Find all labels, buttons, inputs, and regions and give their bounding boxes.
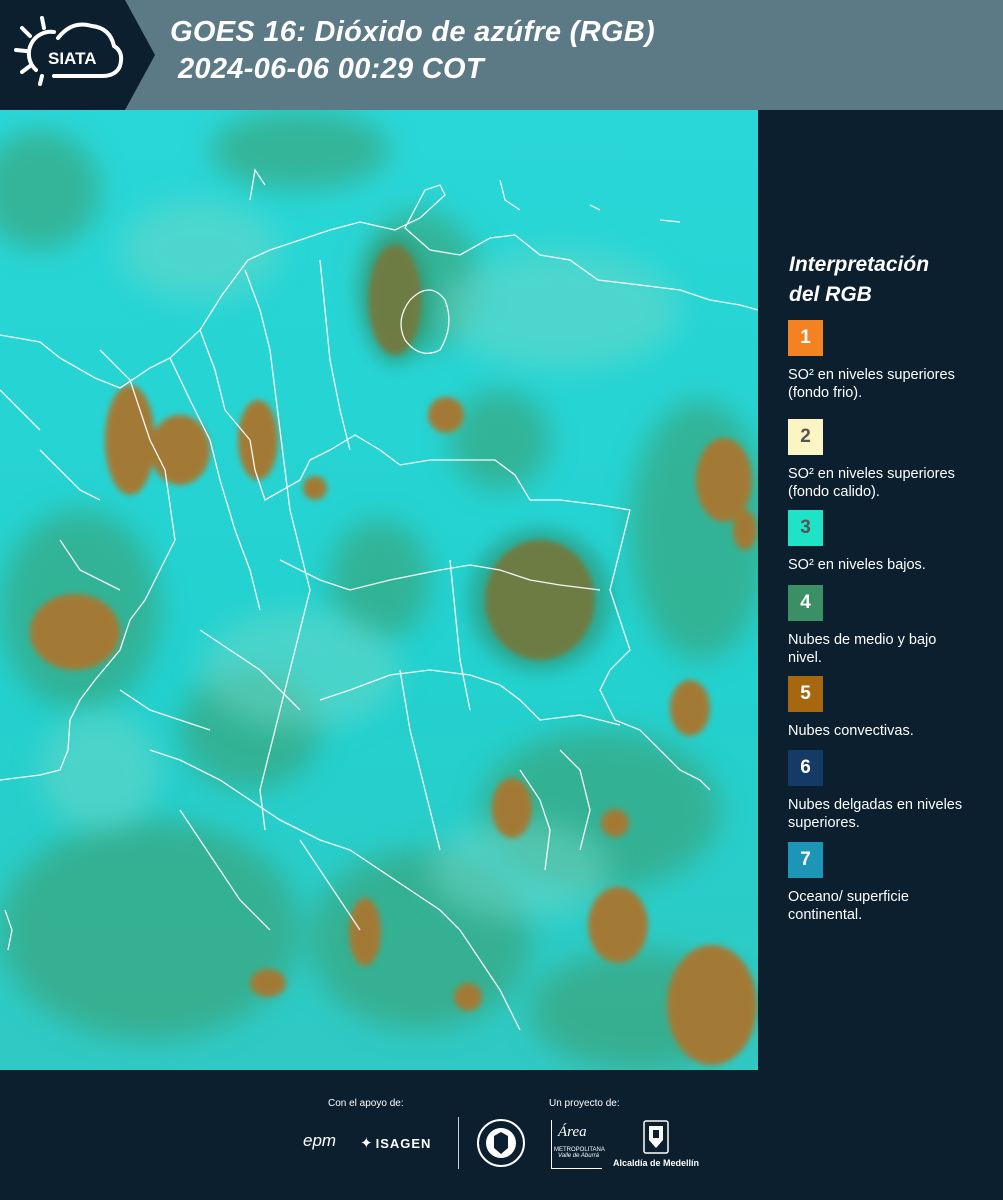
area-logo-sub2: Valle de Aburrá: [558, 1153, 599, 1159]
legend-panel: Interpretación del RGB 1 SO² en niveles s…: [760, 110, 1003, 1070]
footer-divider: [458, 1117, 459, 1169]
area-metropolitana-logo: Área METROPOLITANA Valle de Aburrá: [551, 1120, 605, 1169]
legend-swatch-4: 4: [788, 585, 823, 621]
isagen-logo: ✦ ISAGEN: [360, 1134, 431, 1152]
legend-title: Interpretación del RGB: [789, 253, 930, 306]
satellite-map: [0, 110, 758, 1070]
header-bar: SIATA GOES 16: Dióxido de azúfre (RGB) 2…: [0, 0, 1003, 110]
legend-desc-2: SO² en niveles superiores (fondo calido)…: [788, 466, 955, 500]
logo-block: SIATA: [0, 0, 155, 110]
legend-item-4: 4 Nubes de medio y bajo nivel.: [788, 585, 993, 667]
legend-desc-4: Nubes de medio y bajo nivel.: [788, 632, 937, 666]
legend-item-1: 1 SO² en niveles superiores (fondo frio)…: [788, 320, 993, 402]
isagen-text: ISAGEN: [375, 1135, 432, 1151]
legend-swatch-6: 6: [788, 750, 823, 786]
legend-desc-1: SO² en niveles superiores (fondo frio).: [788, 367, 955, 401]
isagen-icon: ✦: [360, 1135, 373, 1152]
title-line-1: GOES 16: Dióxido de azúfre (RGB): [170, 16, 655, 48]
alcaldia-label: Alcaldía de Medellín: [613, 1158, 700, 1168]
siata-logo: SIATA: [14, 16, 124, 86]
legend-desc-3: SO² en niveles bajos.: [788, 557, 926, 573]
legend-swatch-3: 3: [788, 510, 823, 546]
legend-item-3: 3 SO² en niveles bajos.: [788, 510, 993, 574]
support-label: Con el apoyo de:: [328, 1098, 404, 1109]
area-logo-title: Área: [558, 1124, 587, 1140]
legend-desc-6: Nubes delgadas en niveles superiores.: [788, 797, 963, 831]
alcaldia-shield-icon: [643, 1120, 669, 1154]
legend-item-2: 2 SO² en niveles superiores (fondo calid…: [788, 419, 993, 501]
legend-swatch-2: 2: [788, 419, 823, 455]
project-label: Un proyecto de:: [549, 1098, 620, 1109]
legend-swatch-5: 5: [788, 676, 823, 712]
siata-logo-text: SIATA: [48, 49, 96, 68]
medellin-seal-icon: [477, 1119, 525, 1167]
legend-item-7: 7 Oceano/ superficie continental.: [788, 842, 993, 924]
legend-desc-5: Nubes convectivas.: [788, 723, 914, 739]
legend-item-5: 5 Nubes convectivas.: [788, 676, 993, 740]
page-title: GOES 16: Dióxido de azúfre (RGB) 2024-06…: [170, 14, 655, 88]
epm-logo: epm: [303, 1131, 337, 1150]
title-line-2: 2024-06-06 00:29 COT: [178, 53, 484, 85]
satellite-image: [0, 110, 758, 1070]
legend-swatch-1: 1: [788, 320, 823, 356]
legend-desc-7: Oceano/ superficie continental.: [788, 889, 909, 923]
legend-item-6: 6 Nubes delgadas en niveles superiores.: [788, 750, 993, 832]
legend-swatch-7: 7: [788, 842, 823, 878]
footer: Con el apoyo de: Un proyecto de: epm ✦ I…: [0, 1070, 1003, 1200]
